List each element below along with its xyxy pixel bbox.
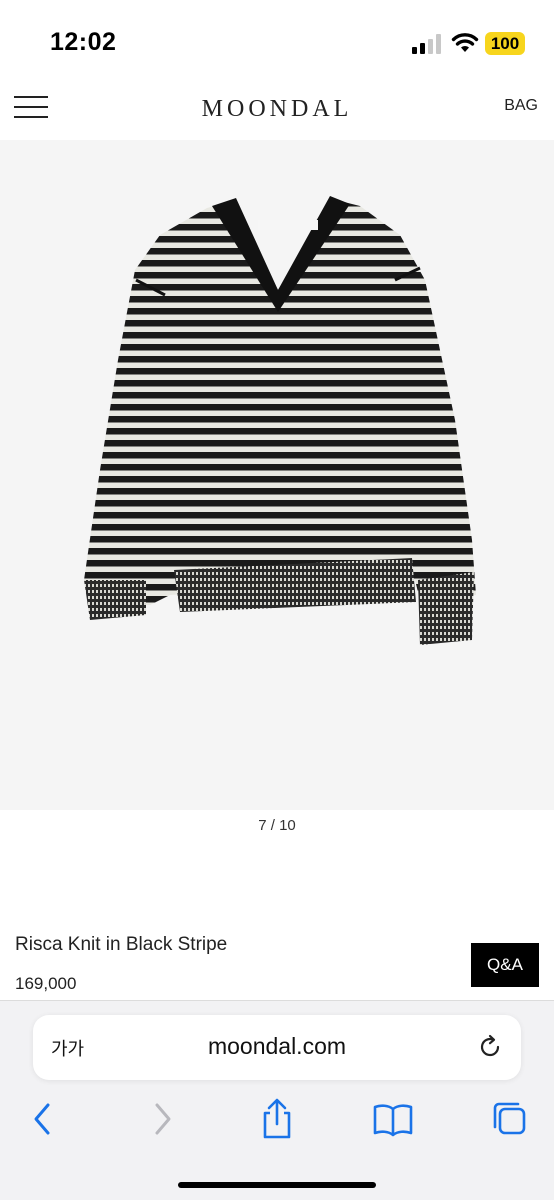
back-icon[interactable] xyxy=(21,1097,65,1141)
bag-link[interactable]: BAG xyxy=(504,97,538,115)
brand-logo[interactable]: MOONDAL xyxy=(0,96,554,123)
share-icon[interactable] xyxy=(255,1097,299,1141)
bookmarks-icon[interactable] xyxy=(371,1097,415,1141)
reload-icon[interactable] xyxy=(477,1034,503,1060)
status-time: 12:02 xyxy=(50,28,117,56)
address-bar[interactable]: 가가 moondal.com xyxy=(33,1015,521,1080)
site-header: MOONDAL BAG xyxy=(0,82,554,140)
product-name: Risca Knit in Black Stripe xyxy=(15,934,228,955)
home-indicator xyxy=(178,1182,376,1188)
wifi-icon xyxy=(451,33,479,52)
product-image[interactable] xyxy=(0,140,554,810)
status-bar: 12:02 100 xyxy=(0,0,554,82)
product-price: 169,000 xyxy=(15,974,77,993)
forward-icon[interactable] xyxy=(140,1097,184,1141)
browser-chrome: 가가 moondal.com xyxy=(0,1000,554,1200)
browser-toolbar xyxy=(0,1097,554,1141)
url-text[interactable]: moondal.com xyxy=(33,1033,521,1060)
cellular-signal-icon xyxy=(412,34,441,54)
qa-button[interactable]: Q&A xyxy=(471,943,539,987)
battery-indicator: 100 xyxy=(485,32,525,55)
image-counter: 7 / 10 xyxy=(258,817,296,834)
striped-sweater-image xyxy=(84,196,476,645)
tabs-icon[interactable] xyxy=(488,1097,532,1141)
